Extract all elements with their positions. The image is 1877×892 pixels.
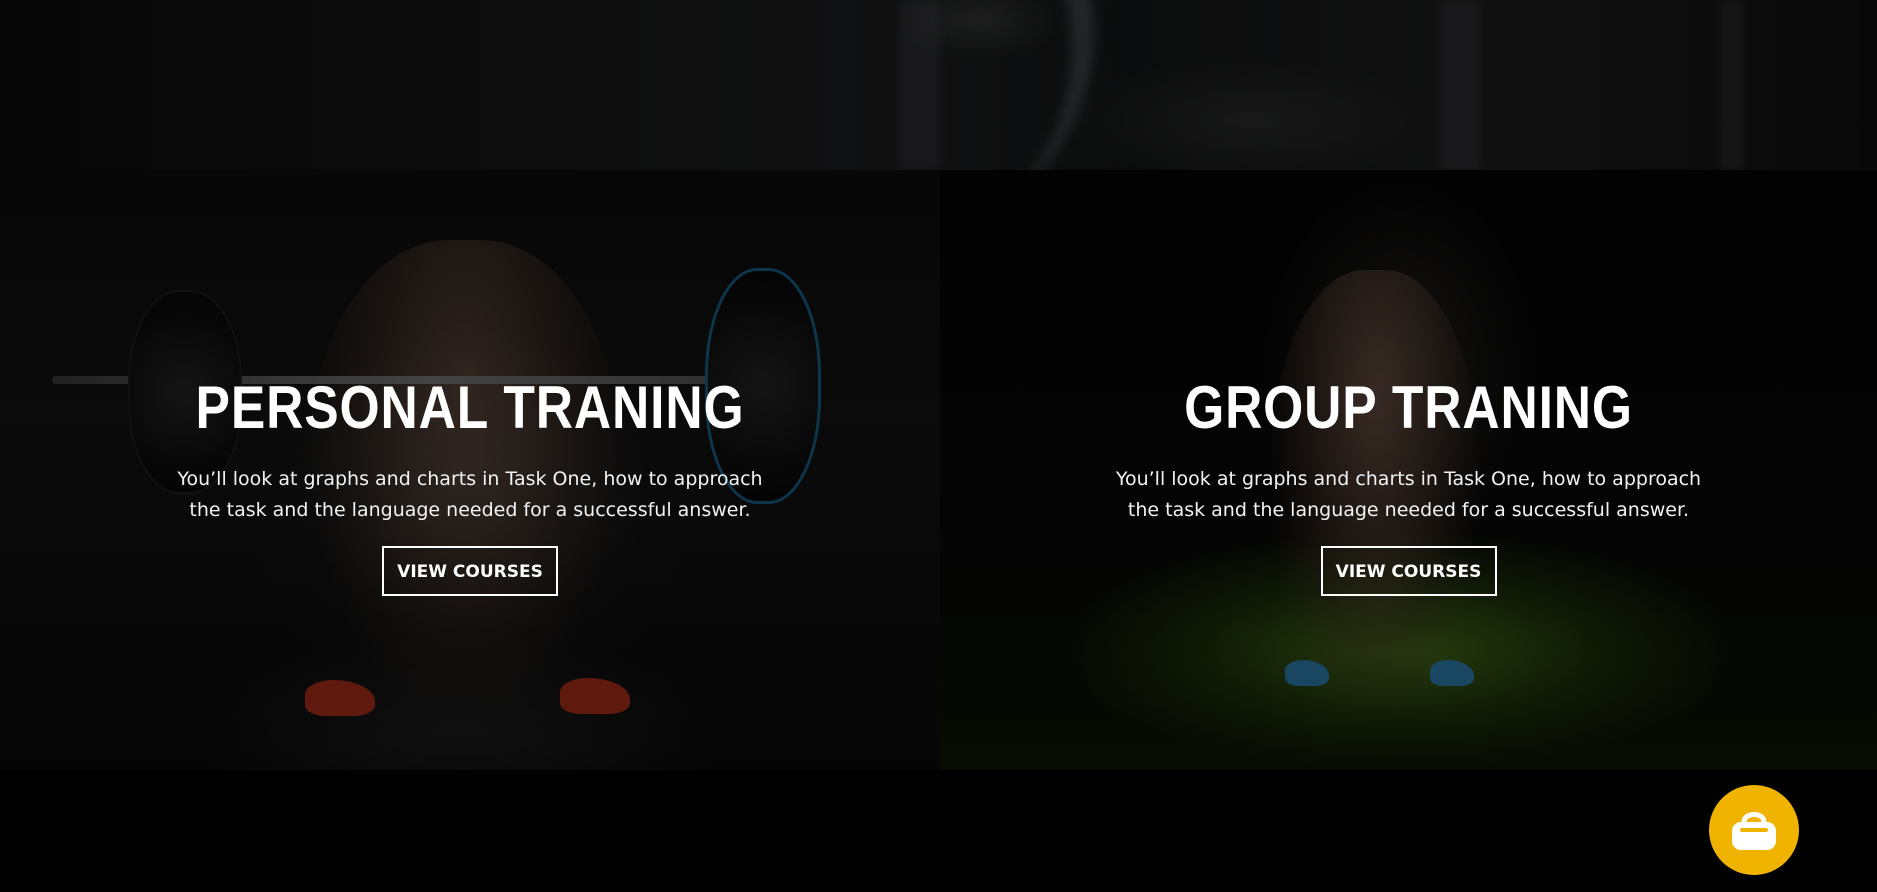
group-training-section: GROUP TRANING You’ll look at graphs and … (940, 170, 1877, 770)
page: PERSONAL TRANING You’ll look at graphs a… (0, 0, 1877, 892)
group-training-title: GROUP TRANING (1184, 374, 1633, 441)
personal-training-title: PERSONAL TRANING (195, 374, 745, 441)
personal-view-courses-button[interactable]: VIEW COURSES (382, 546, 558, 596)
personal-training-content: PERSONAL TRANING You’ll look at graphs a… (0, 378, 940, 596)
personal-training-section: PERSONAL TRANING You’ll look at graphs a… (0, 170, 940, 770)
group-training-description: You’ll look at graphs and charts in Task… (1115, 468, 1702, 521)
personal-training-description: You’ll look at graphs and charts in Task… (177, 468, 763, 521)
gym-bag-icon (1728, 808, 1780, 852)
group-view-courses-button[interactable]: VIEW COURSES (1320, 546, 1497, 596)
cart-button[interactable] (1709, 785, 1799, 875)
group-training-content: GROUP TRANING You’ll look at graphs and … (940, 378, 1877, 596)
hero-banner-background (0, 0, 1877, 170)
